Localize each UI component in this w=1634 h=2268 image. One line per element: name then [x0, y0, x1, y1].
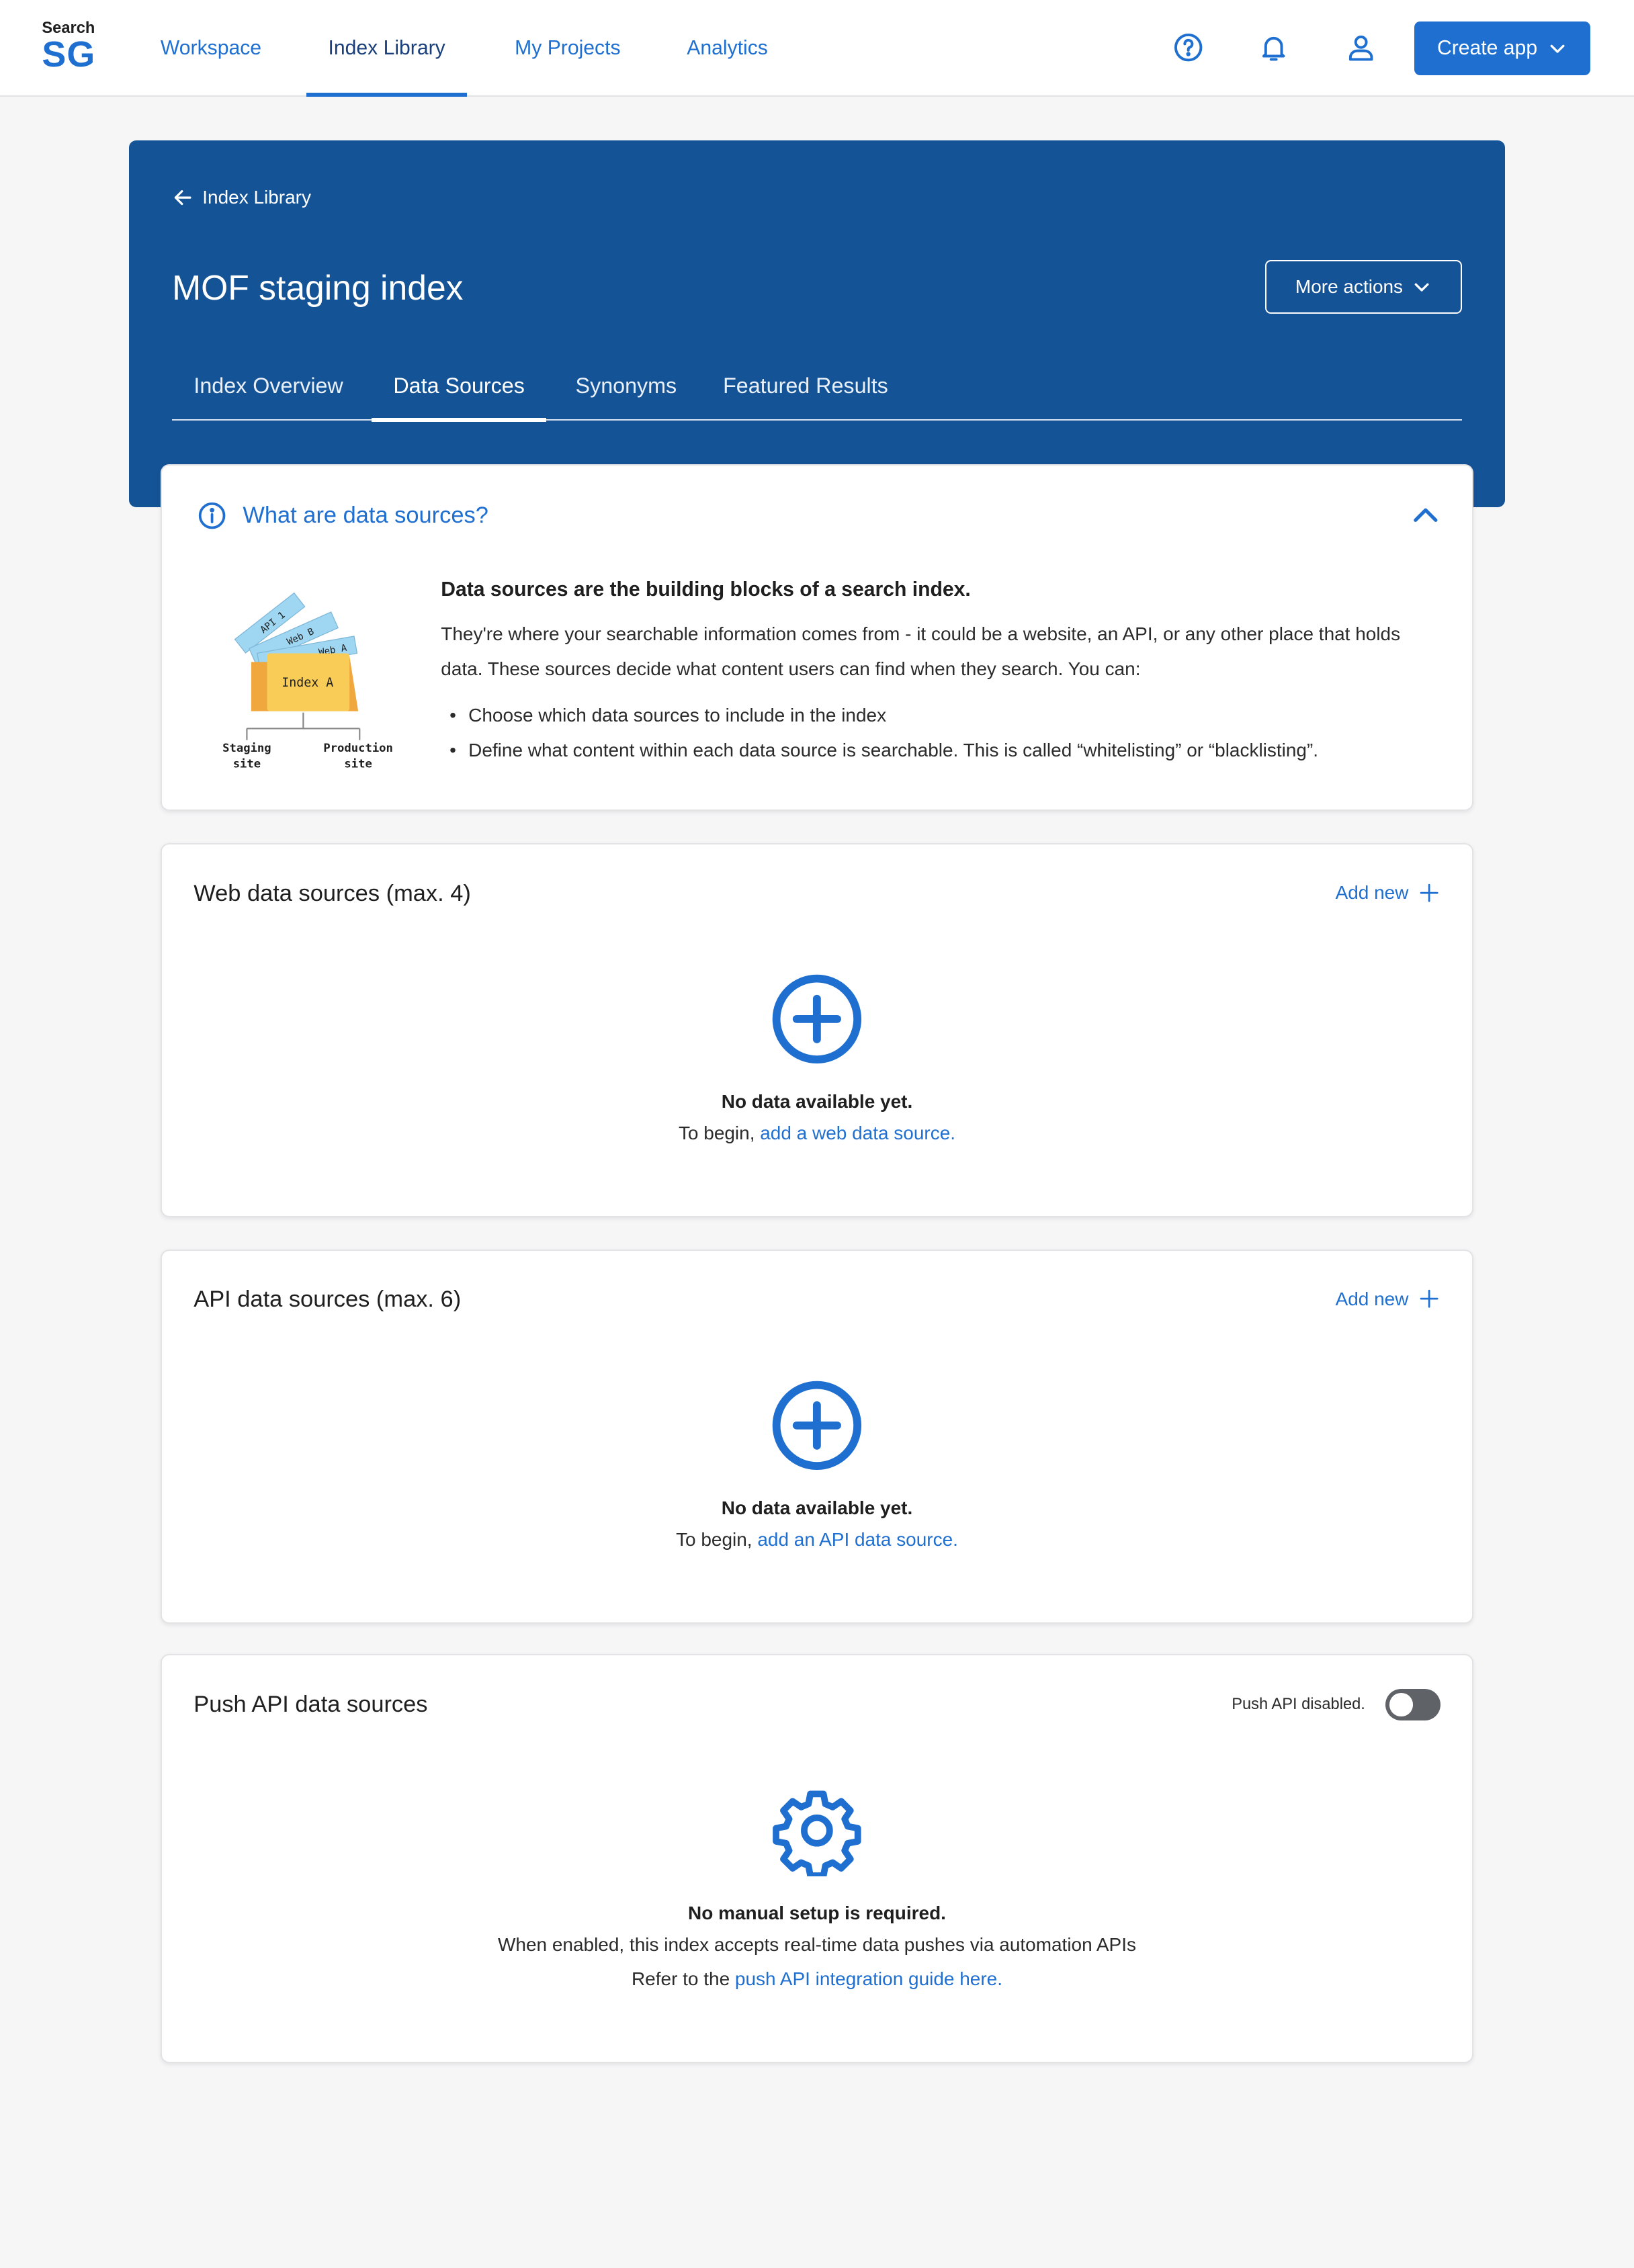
empty-title: No data available yet. [721, 1497, 913, 1519]
top-navigation-bar: Search SG Workspace Index Library My Pro… [0, 0, 1634, 97]
toggle-knob [1389, 1693, 1413, 1716]
api-empty-state: No data available yet. To begin, add an … [162, 1379, 1472, 1557]
push-description: When enabled, this index accepts real-ti… [498, 1933, 1136, 1955]
plus-icon [1420, 883, 1439, 902]
info-toggle-header[interactable]: What are data sources? [197, 500, 488, 531]
info-icon [198, 502, 225, 529]
chevron-down-icon [1414, 283, 1429, 292]
api-data-sources-title: API data sources (max. 6) [194, 1286, 462, 1313]
push-api-toggle[interactable] [1385, 1688, 1440, 1720]
push-api-status-label: Push API disabled. [1232, 1695, 1365, 1713]
nav-index-library[interactable]: Index Library [306, 0, 467, 97]
info-body: Data sources are the building blocks of … [441, 578, 1438, 768]
empty-prefix: To begin, [676, 1529, 758, 1551]
push-guide-text: Refer to the push API integration guide … [162, 1962, 1472, 1997]
info-heading: Data sources are the building blocks of … [441, 578, 971, 601]
tab-index-overview[interactable]: Index Overview [172, 361, 365, 421]
folder-label: Index A [282, 676, 334, 690]
empty-text: To begin, add a web data source. [162, 1116, 1472, 1151]
index-tabs: Index Overview Data Sources Synonyms Fea… [172, 361, 1462, 423]
info-title: What are data sources? [243, 502, 488, 528]
add-new-label: Add new [1335, 1288, 1409, 1309]
nav-my-projects[interactable]: My Projects [493, 0, 642, 97]
production-label-2: site [345, 758, 372, 771]
tab-data-sources[interactable]: Data Sources [372, 361, 546, 423]
user-icon[interactable] [1340, 28, 1381, 68]
empty-prefix: To begin, [678, 1123, 761, 1144]
add-circle-icon[interactable] [771, 1379, 863, 1472]
arrow-left-icon [174, 189, 191, 205]
chevron-up-icon[interactable] [1408, 498, 1443, 533]
add-web-data-source-link[interactable]: add a web data source. [760, 1123, 955, 1143]
info-bullet-list: Choose which data sources to include in … [441, 698, 1438, 767]
web-data-sources-card: Web data sources (max. 4) Add new No dat… [160, 842, 1474, 1218]
gear-icon [773, 1790, 861, 1877]
back-label: Index Library [202, 186, 311, 208]
empty-text: To begin, add an API data source. [162, 1522, 1472, 1557]
info-bullet: Choose which data sources to include in … [441, 698, 1438, 733]
web-data-sources-title: Web data sources (max. 4) [194, 880, 471, 906]
push-api-title: Push API data sources [194, 1691, 428, 1717]
guide-prefix: Refer to the [631, 1968, 735, 1990]
back-to-index-library-link[interactable]: Index Library [172, 187, 311, 208]
create-app-label: Create app [1437, 37, 1538, 60]
add-circle-icon[interactable] [771, 973, 863, 1065]
searchsg-logo[interactable]: Search SG [42, 19, 105, 75]
staging-label-2: site [233, 758, 261, 771]
help-icon[interactable] [1168, 28, 1209, 68]
empty-title: No data available yet. [721, 1091, 913, 1113]
more-actions-button[interactable]: More actions [1265, 260, 1462, 314]
chevron-down-icon [1550, 44, 1565, 53]
api-data-sources-card: API data sources (max. 6) Add new No dat… [160, 1249, 1474, 1624]
tab-synonyms[interactable]: Synonyms [554, 361, 698, 421]
empty-title: No manual setup is required. [688, 1902, 946, 1923]
tab-featured-results[interactable]: Featured Results [701, 361, 910, 421]
plus-icon [1420, 1290, 1439, 1309]
bell-icon[interactable] [1254, 28, 1294, 68]
add-new-label: Add new [1335, 881, 1409, 903]
add-api-data-source-button[interactable]: Add new [1336, 1288, 1440, 1309]
push-api-guide-link[interactable]: push API integration guide here. [735, 1968, 1002, 1989]
data-sources-info-card: What are data sources? API 1 Web B Web A… [160, 464, 1474, 812]
web-empty-state: No data available yet. To begin, add a w… [162, 973, 1472, 1151]
add-web-data-source-button[interactable]: Add new [1336, 882, 1440, 904]
add-api-data-source-link[interactable]: add an API data source. [757, 1529, 958, 1550]
logo-big-text: SG [42, 34, 96, 75]
nav-workspace[interactable]: Workspace [139, 0, 284, 97]
push-api-data-sources-card: Push API data sources Push API disabled.… [160, 1654, 1474, 2064]
more-actions-label: More actions [1295, 276, 1404, 298]
index-illustration: API 1 Web B Web A Index A Staging site P… [223, 592, 394, 771]
page-title: MOF staging index [172, 268, 464, 308]
push-empty-state: No manual setup is required. When enable… [162, 1784, 1472, 1997]
nav-analytics[interactable]: Analytics [665, 0, 789, 97]
index-header-banner: Index Library MOF staging index More act… [128, 140, 1506, 508]
push-api-toggle-group: Push API disabled. [1232, 1688, 1440, 1720]
production-label-1: Production [324, 742, 394, 755]
info-bullet: Define what content within each data sou… [441, 733, 1438, 768]
create-app-button[interactable]: Create app [1414, 21, 1591, 75]
info-paragraph: They're where your searchable informatio… [441, 623, 1401, 680]
staging-label-1: Staging [223, 742, 272, 755]
